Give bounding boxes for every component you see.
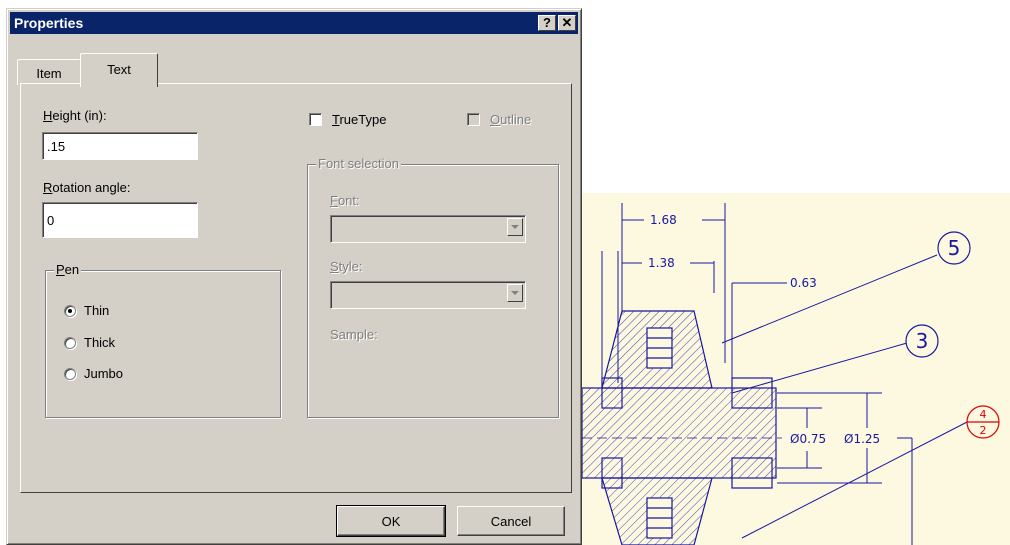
callout-bottom-label: 2 <box>980 424 987 437</box>
part-outline <box>582 310 782 545</box>
close-button[interactable]: ✕ <box>558 15 576 31</box>
outline-label: Outline <box>490 112 531 127</box>
pen-option-thick[interactable]: Thick <box>64 335 115 350</box>
outline-checkbox-row: Outline <box>467 112 531 127</box>
engineering-drawing-panel: 1.68 1.38 0.63 Ø0.75 Ø1.25 5 3 4 2 <box>582 193 1010 545</box>
title-bar[interactable]: Properties ? ✕ <box>10 12 578 34</box>
dim-dia-1-25: Ø1.25 <box>844 432 880 446</box>
pen-title-text: en <box>64 262 80 277</box>
height-label: Height (in): <box>43 108 107 123</box>
font-label-text: ont: <box>337 193 360 208</box>
tab-text[interactable]: Text <box>80 53 158 87</box>
dim-1-38: 1.38 <box>648 256 675 270</box>
balloon-5: 5 <box>937 231 971 265</box>
style-label-text: tyle: <box>338 259 363 274</box>
outline-label-text: utline <box>500 112 532 127</box>
text-tab-panel: Height (in): Rotation angle: Pen Thin Th… <box>20 83 572 493</box>
callout-top-label: 4 <box>980 408 987 421</box>
pen-group-title: Pen <box>54 262 82 277</box>
height-label-text: eight (in): <box>52 108 107 123</box>
properties-dialog: Properties ? ✕ Item Text Height (in): Ro… <box>6 8 582 545</box>
pen-option-thin-label: Thin <box>84 303 110 318</box>
radio-thick[interactable] <box>64 336 76 349</box>
ok-button[interactable]: OK <box>336 505 446 537</box>
pen-title-mnemonic: P <box>56 262 65 277</box>
dim-0-63: 0.63 <box>790 276 817 290</box>
balloon-3: 3 <box>905 324 939 358</box>
height-label-mnemonic: H <box>43 108 53 123</box>
dim-dia-0-75: Ø0.75 <box>790 432 826 446</box>
style-combo-arrow <box>507 284 523 302</box>
truetype-label: TrueType <box>332 112 386 127</box>
style-label-mnemonic: S <box>330 259 339 274</box>
balloon-3-label: 3 <box>916 329 929 353</box>
font-label-mnemonic: F <box>330 193 338 208</box>
truetype-label-text: rueType <box>339 112 387 127</box>
outline-checkbox <box>467 113 480 126</box>
pen-option-thin[interactable]: Thin <box>64 303 109 318</box>
truetype-checkbox[interactable] <box>309 113 322 126</box>
technical-drawing: 1.68 1.38 0.63 Ø0.75 Ø1.25 5 3 4 2 <box>582 203 1000 545</box>
pen-option-jumbo-label: Jumbo <box>84 366 124 381</box>
pen-group: Pen Thin Thick Jumbo <box>45 262 281 418</box>
font-combo <box>330 215 526 243</box>
cancel-button[interactable]: Cancel <box>457 506 565 536</box>
radio-thin[interactable] <box>64 304 76 317</box>
rotation-label-mnemonic: R <box>43 180 53 195</box>
height-input[interactable] <box>42 132 198 160</box>
dim-1-68: 1.68 <box>650 213 677 227</box>
radio-jumbo[interactable] <box>64 367 76 380</box>
help-button[interactable]: ? <box>538 15 556 31</box>
truetype-checkbox-row[interactable]: TrueType <box>309 112 386 127</box>
rotation-label-text: otation angle: <box>52 180 131 195</box>
callout-4-over-2: 4 2 <box>966 405 1000 439</box>
style-combo <box>330 281 526 309</box>
rotation-label: Rotation angle: <box>43 180 130 195</box>
chevron-down-icon <box>511 224 519 229</box>
outline-mnemonic: O <box>490 112 501 127</box>
font-combo-arrow <box>507 218 523 236</box>
sample-label: Sample: <box>330 327 378 342</box>
window-title: Properties <box>14 15 84 31</box>
balloon-5-label: 5 <box>948 236 961 260</box>
style-label: Style: <box>330 259 363 274</box>
rotation-input[interactable] <box>42 202 198 238</box>
chevron-down-icon <box>511 290 519 295</box>
pen-option-jumbo[interactable]: Jumbo <box>64 366 123 381</box>
pen-option-thick-label: Thick <box>84 335 116 350</box>
tab-item[interactable]: Item <box>17 59 81 85</box>
font-selection-title: Font selection <box>316 156 401 171</box>
title-bar-buttons: ? ✕ <box>538 15 578 31</box>
font-selection-group: Font selection Font: Style: Sample: <box>307 156 559 418</box>
font-label: Font: <box>330 193 360 208</box>
